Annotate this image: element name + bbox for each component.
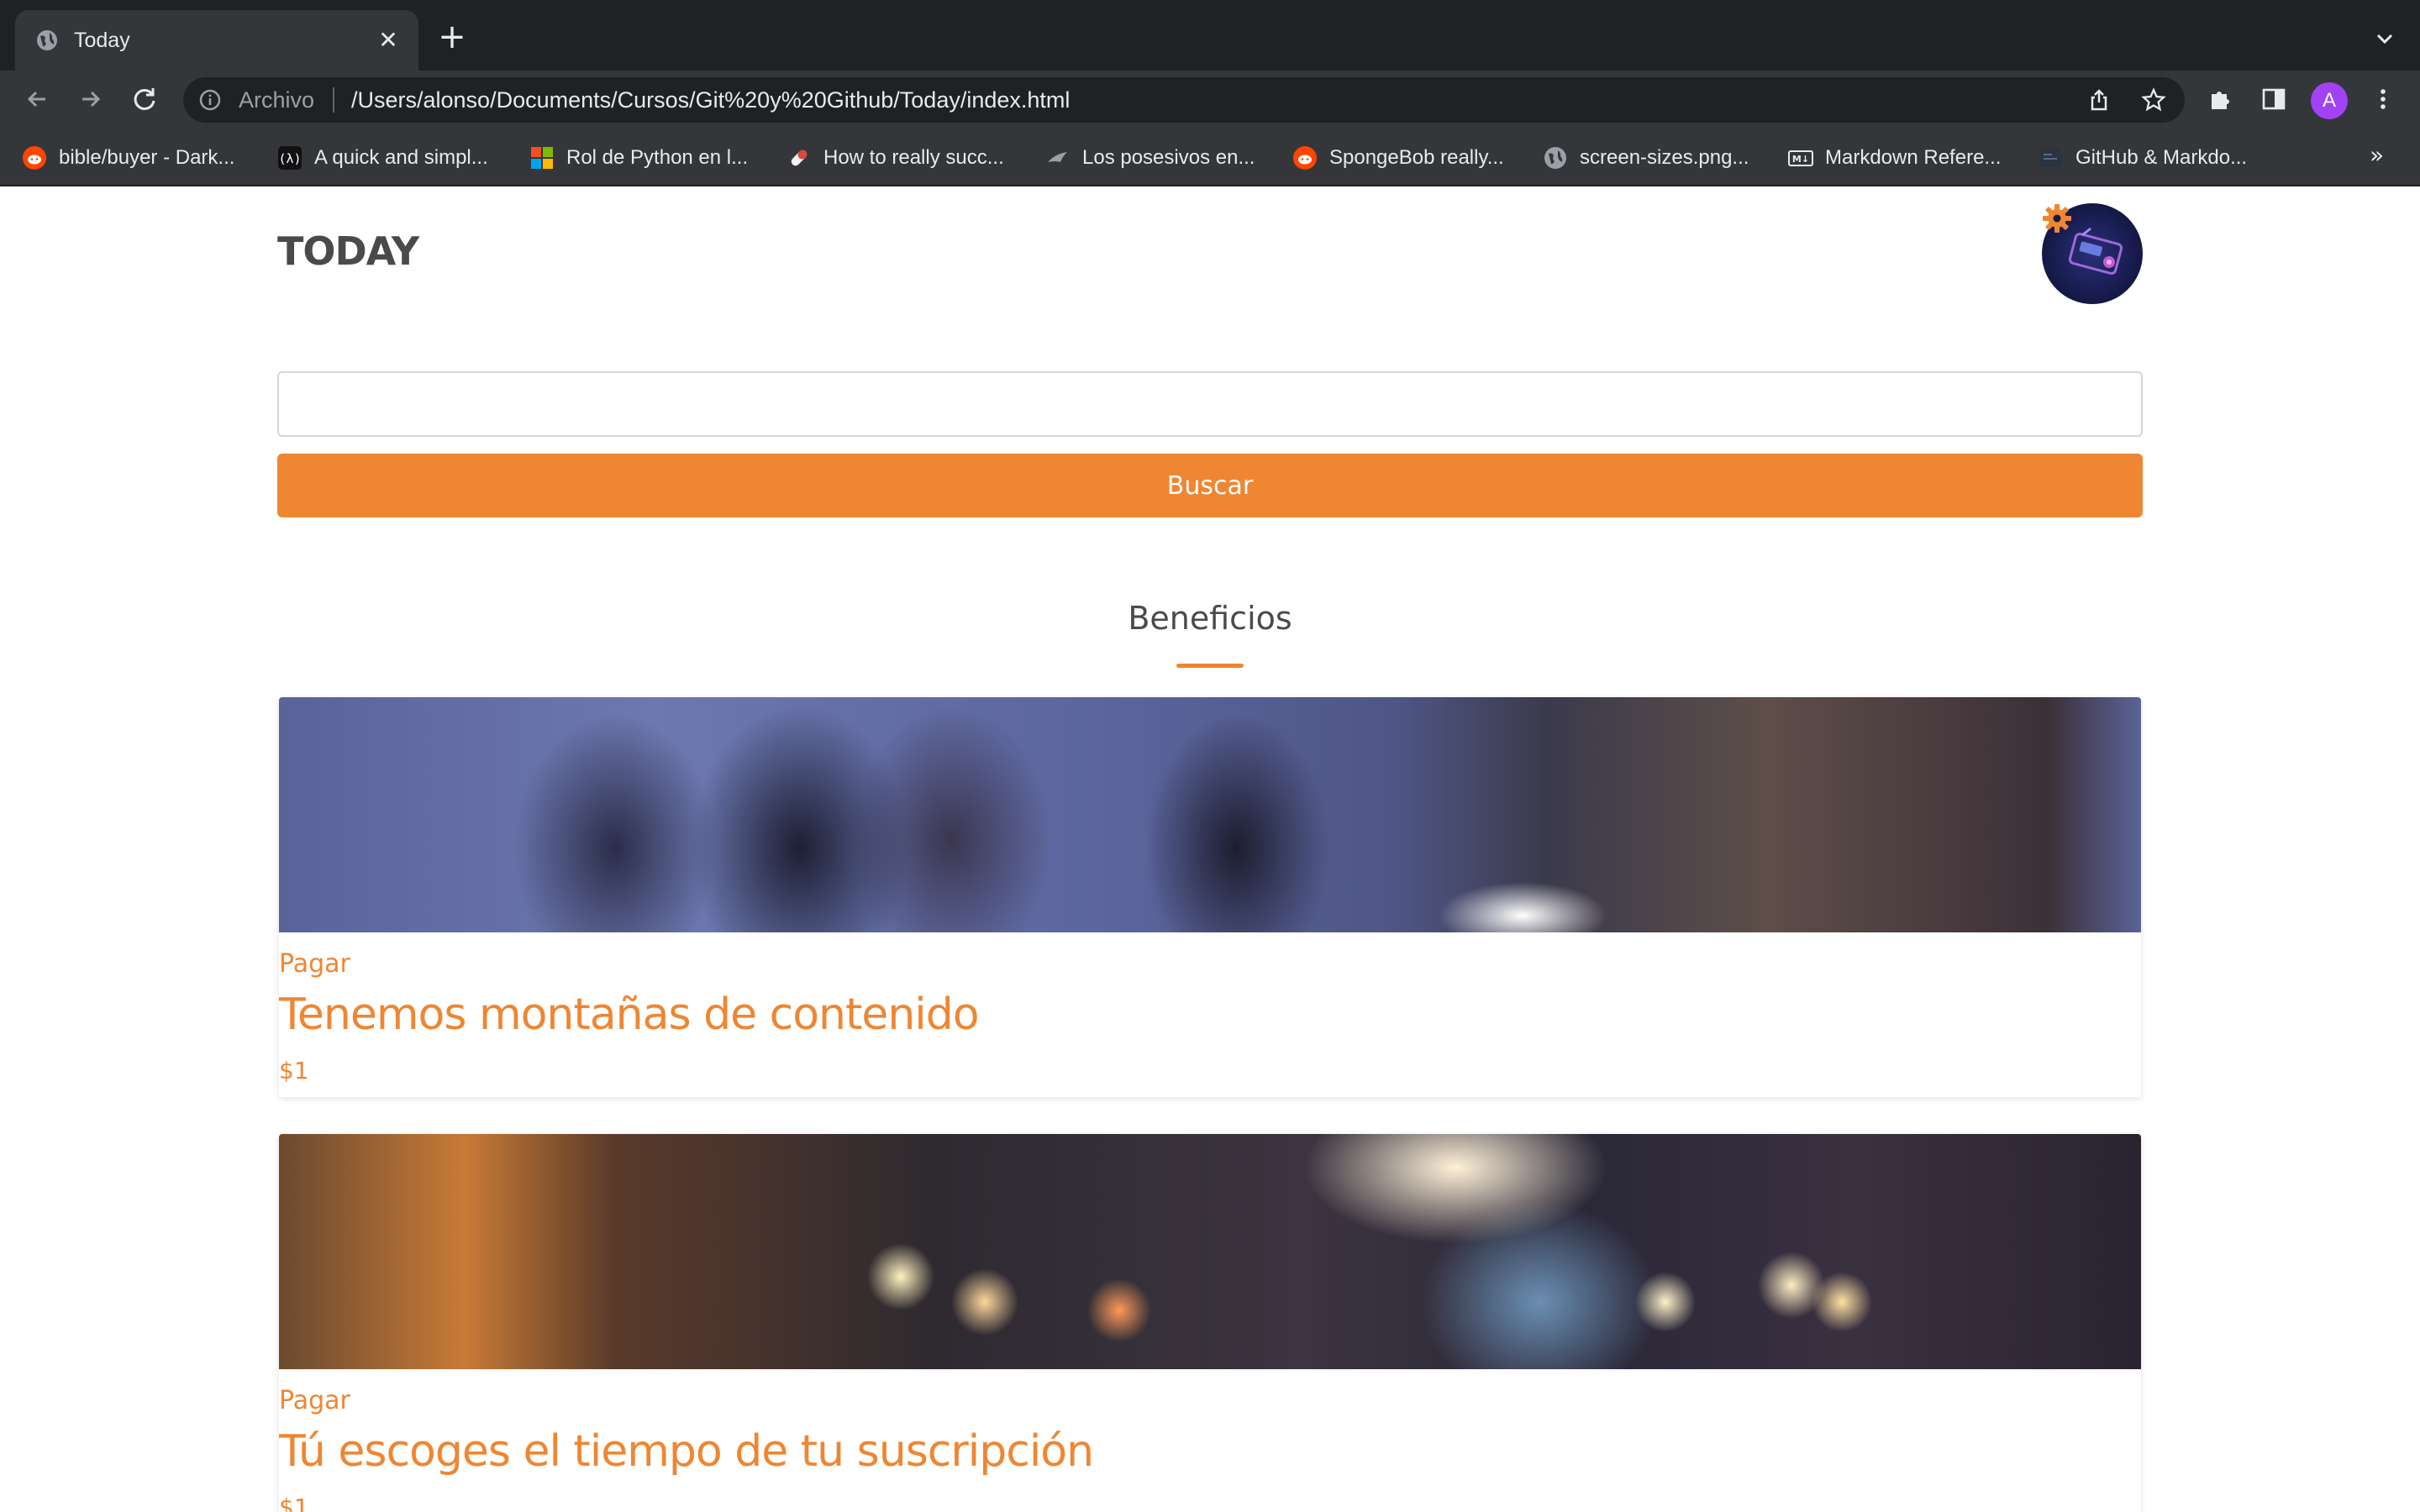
card-title: Tenemos montañas de contenido [279,990,980,1040]
card-price: $1 [279,1057,309,1084]
benefit-card[interactable]: Pagar Tenemos montañas de contenido $1 [279,697,2141,1097]
bookmark-item[interactable]: Los posesivos en... [1045,144,1255,171]
kebab-menu-icon[interactable] [2370,86,2396,113]
bookmark-item[interactable]: (λ) A quick and simpl... [277,144,488,171]
gear-icon[interactable] [2040,202,2074,235]
url-separator [333,87,334,113]
bookmark-item[interactable]: bible/buyer - Dark... [22,144,234,171]
search-button[interactable]: Buscar [277,454,2143,517]
info-icon[interactable] [198,88,222,112]
tab-close-icon[interactable]: ✕ [375,27,402,54]
section-title-underline [1176,664,1244,668]
svg-text:(λ): (λ) [278,151,301,166]
globe-icon [37,30,57,50]
browser-toolbar: Archivo /Users/alonso/Documents/Cursos/G… [0,71,2420,128]
microsoft-icon [531,147,553,169]
reload-icon[interactable] [128,82,161,116]
reddit-icon [1293,146,1317,170]
site-logo[interactable]: TODAY [277,228,419,274]
side-panel-icon[interactable] [2260,86,2287,113]
bookmark-star-icon[interactable] [2141,87,2166,113]
new-tab-button[interactable]: + [435,20,469,55]
browser-tab-today[interactable]: Today ✕ [15,10,418,71]
bookmark-item[interactable]: How to really succ... [786,144,1004,171]
extensions-puzzle-icon[interactable] [2207,86,2233,113]
reddit-icon [23,146,46,170]
benefit-card[interactable]: Pagar Tú escoges el tiempo de tu suscrip… [279,1134,2141,1512]
globe-icon [1544,147,1566,169]
bookmark-item[interactable]: Rol de Python en l... [529,144,748,171]
forward-arrow-icon[interactable] [74,82,108,116]
pill-icon [791,150,808,166]
url-text[interactable]: /Users/alonso/Documents/Cursos/Git%20y%2… [351,87,1070,113]
bookmark-item[interactable]: M↓ Markdown Refere... [1788,144,2001,171]
scheme-label: Archivo [239,87,315,113]
page-viewport: TODAY Buscar Beneficios Pagar Tenemos mo… [0,186,2420,1512]
card-tag: Pagar [279,1386,350,1415]
bookmark-item[interactable]: GitHub & Markdo... [2039,144,2247,171]
svg-text:M↓: M↓ [1792,154,1809,165]
share-icon[interactable] [2087,88,2111,112]
bird-icon [1048,152,1067,162]
tab-strip: Today ✕ + [0,0,2420,71]
back-arrow-icon[interactable] [20,82,54,116]
bookmarks-bar: bible/buyer - Dark... (λ) A quick and si… [0,128,2420,186]
bookmarks-overflow-button[interactable]: » [2370,141,2384,169]
card-image [279,1134,2141,1369]
section-title: Beneficios [1128,600,1292,637]
bookmark-item[interactable]: screen-sizes.png... [1543,144,1749,171]
address-bar[interactable]: Archivo /Users/alonso/Documents/Cursos/G… [183,77,2185,123]
card-image [279,697,2141,932]
github-icon [2040,149,2062,167]
site-icon: (λ) [278,146,302,170]
card-price: $1 [279,1494,309,1512]
card-tag: Pagar [279,949,350,979]
search-input[interactable] [277,371,2143,437]
chevron-down-icon[interactable] [2373,27,2396,50]
tab-title: Today [74,29,130,52]
markdown-icon: M↓ [1788,150,1813,166]
card-title: Tú escoges el tiempo de tu suscripción [279,1426,1094,1477]
bookmark-item[interactable]: SpongeBob really... [1292,144,1504,171]
profile-avatar[interactable]: A [2311,82,2348,119]
